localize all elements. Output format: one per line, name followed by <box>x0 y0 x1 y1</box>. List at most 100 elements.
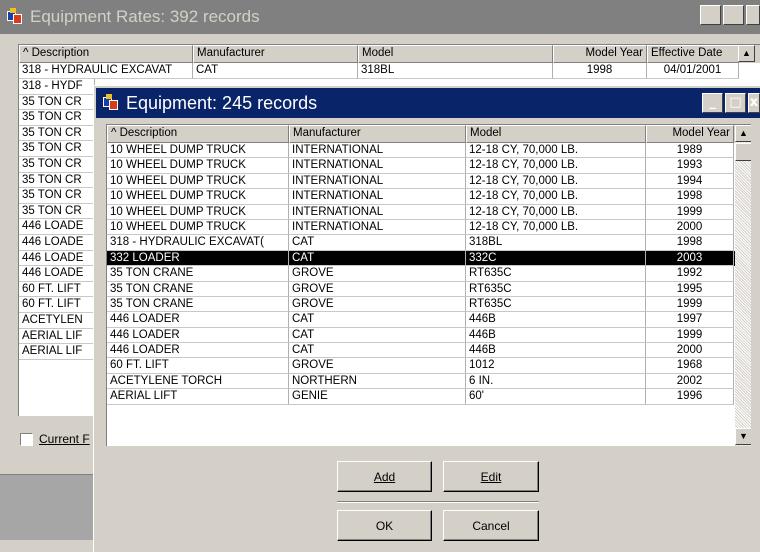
rates-col-description[interactable]: ^ Description <box>19 45 193 63</box>
cell-model: 318BL <box>466 235 646 251</box>
cell-manufacturer: CAT <box>289 343 466 359</box>
cell-description: 60 FT. LIFT <box>107 358 289 374</box>
rates-peek-description: 35 TON CR <box>19 172 95 189</box>
cell-model: 12-18 CY, 70,000 LB. <box>466 143 646 159</box>
ok-button[interactable]: OK <box>337 510 432 541</box>
col-manufacturer[interactable]: Manufacturer <box>289 125 466 143</box>
rates-peek-description: AERIAL LIF <box>19 344 95 360</box>
rates-col-model[interactable]: Model <box>358 45 553 63</box>
table-row[interactable]: 318 - HYDRAULIC EXCAVAT(CAT 318BL 1998 <box>107 235 751 251</box>
cell-description: 10 WHEEL DUMP TRUCK <box>107 219 289 236</box>
cell-manufacturer: CAT <box>289 327 466 344</box>
minimize-icon[interactable]: _ <box>702 93 723 113</box>
cell-model: 12-18 CY, 70,000 LB. <box>466 219 646 236</box>
cell-model: RT635C <box>466 266 646 282</box>
rates-peek-description: 446 LOADE <box>19 219 95 235</box>
current-checkbox[interactable] <box>20 432 33 446</box>
col-model-year[interactable]: Model Year <box>646 125 734 143</box>
table-row[interactable]: 10 WHEEL DUMP TRUCK INTERNATIONAL 12-18 CY… <box>107 143 751 159</box>
current-checkbox-label: Current F <box>39 432 90 446</box>
table-row[interactable]: 10 WHEEL DUMP TRUCK INTERNATIONAL 12-18 CY… <box>107 189 751 205</box>
cell-description: 35 TON CRANE <box>107 281 289 297</box>
equipment-rates-title: Equipment Rates: 392 records <box>30 7 260 26</box>
cell-model: 1012 <box>466 358 646 374</box>
cell-model-year: 2000 <box>646 219 734 236</box>
cell-manufacturer: INTERNATIONAL <box>289 158 466 174</box>
app-icon <box>6 8 24 26</box>
table-row[interactable]: AERIAL LIFT GENIE 60' 1996 <box>107 389 751 405</box>
cell-model: RT635C <box>466 281 646 297</box>
cell-model-year: 1999 <box>646 327 734 344</box>
rates-peek-description: 35 TON CR <box>19 203 95 220</box>
cell-model: 12-18 CY, 70,000 LB. <box>466 204 646 220</box>
cell-model-year: 1997 <box>646 312 734 328</box>
vertical-scrollbar[interactable] <box>735 125 751 446</box>
cell-description: 446 LOADER <box>107 327 289 344</box>
cell-description: AERIAL LIFT <box>107 389 289 405</box>
cell-model-year: 1996 <box>646 389 734 405</box>
cell-model: 12-18 CY, 70,000 LB. <box>466 173 646 190</box>
cell-manufacturer: INTERNATIONAL <box>289 189 466 205</box>
table-row[interactable]: 10 WHEEL DUMP TRUCK INTERNATIONAL 12-18 CY… <box>107 219 751 236</box>
table-row[interactable]: 332 LOADER CAT 332C 2003 <box>107 250 751 267</box>
minimize-icon[interactable]: _ <box>700 5 721 25</box>
cell-description: 446 LOADER <box>107 312 289 328</box>
table-row[interactable]: 60 FT. LIFT GROVE 1012 1968 <box>107 358 751 374</box>
table-row[interactable]: ACETYLENE TORCH NORTHERN 6 IN. 2002 <box>107 373 751 390</box>
cell-model: 332C <box>466 250 646 267</box>
equipment-grid-header: ^ Description Manufacturer Model Model Y… <box>107 125 751 143</box>
current-checkbox-row[interactable]: Current F <box>20 432 90 446</box>
table-row[interactable]: 35 TON CRANE GROVE RT635C 1995 <box>107 281 751 297</box>
rates-row-manufacturer: CAT <box>193 63 358 79</box>
add-button[interactable]: Add <box>337 461 432 492</box>
close-icon[interactable]: x <box>748 93 760 113</box>
rates-col-effective-date[interactable]: Effective Date <box>647 45 739 63</box>
cell-model-year: 1989 <box>646 143 734 159</box>
scroll-down-icon[interactable]: ▼ <box>735 428 751 445</box>
table-row[interactable]: 446 LOADER CAT 446B 1999 <box>107 327 751 344</box>
cell-model-year: 2003 <box>646 250 734 267</box>
rates-grid-header: ^ Description Manufacturer Model Model Y… <box>19 45 760 63</box>
table-row[interactable]: 35 TON CRANE GROVE RT635C 1992 <box>107 266 751 282</box>
cell-description: 332 LOADER <box>107 250 289 267</box>
equipment-rates-titlebar[interactable]: Equipment Rates: 392 records _ □ x <box>0 0 760 34</box>
rates-peek-description: ACETYLEN <box>19 312 95 329</box>
table-row[interactable]: 10 WHEEL DUMP TRUCK INTERNATIONAL 12-18 CY… <box>107 173 751 190</box>
table-row[interactable]: 10 WHEEL DUMP TRUCK INTERNATIONAL 12-18 CY… <box>107 204 751 220</box>
button-divider <box>337 501 539 503</box>
cancel-button[interactable]: Cancel <box>443 510 539 541</box>
cell-description: ACETYLENE TORCH <box>107 373 289 390</box>
cell-model: 6 IN. <box>466 373 646 390</box>
rates-peek-description: 318 - HYDF <box>19 79 95 95</box>
rates-scroll-up-icon[interactable]: ▲ <box>738 45 755 62</box>
cell-model: RT635C <box>466 296 646 313</box>
rates-col-manufacturer[interactable]: Manufacturer <box>193 45 358 63</box>
edit-button[interactable]: Edit <box>443 461 539 492</box>
maximize-icon[interactable]: □ <box>723 5 744 25</box>
col-model[interactable]: Model <box>466 125 646 143</box>
equipment-dialog-titlebar[interactable]: Equipment: 245 records _ □ x <box>96 88 760 118</box>
rates-peek-description: 60 FT. LIFT <box>19 281 95 298</box>
table-row[interactable]: 10 WHEEL DUMP TRUCK INTERNATIONAL 12-18 CY… <box>107 158 751 174</box>
cell-model-year: 2002 <box>646 373 734 390</box>
cell-description: 10 WHEEL DUMP TRUCK <box>107 143 289 159</box>
table-row[interactable]: 446 LOADER CAT 446B 1997 <box>107 312 751 328</box>
table-row[interactable]: 318 - HYDRAULIC EXCAVAT CAT 318BL 1998 0… <box>19 63 760 79</box>
cell-model-year: 1994 <box>646 173 734 190</box>
rates-peek-description: 446 LOADE <box>19 234 95 251</box>
maximize-icon[interactable]: □ <box>725 93 746 113</box>
scroll-thumb[interactable] <box>735 143 751 161</box>
close-icon[interactable]: x <box>746 5 760 25</box>
table-row[interactable]: 446 LOADER CAT 446B 2000 <box>107 343 751 359</box>
table-row[interactable]: 35 TON CRANE GROVE RT635C 1999 <box>107 296 751 313</box>
cell-model: 446B <box>466 343 646 359</box>
col-description[interactable]: ^ Description <box>107 125 289 143</box>
cell-manufacturer: GROVE <box>289 296 466 313</box>
cell-description: 10 WHEEL DUMP TRUCK <box>107 158 289 174</box>
scroll-up-icon[interactable]: ▲ <box>735 125 751 142</box>
cell-model: 446B <box>466 312 646 328</box>
rates-row-effective-date: 04/01/2001 <box>647 63 739 79</box>
rates-peek-description: 35 TON CR <box>19 188 95 204</box>
cell-description: 35 TON CRANE <box>107 266 289 282</box>
rates-col-model-year[interactable]: Model Year <box>553 45 647 63</box>
